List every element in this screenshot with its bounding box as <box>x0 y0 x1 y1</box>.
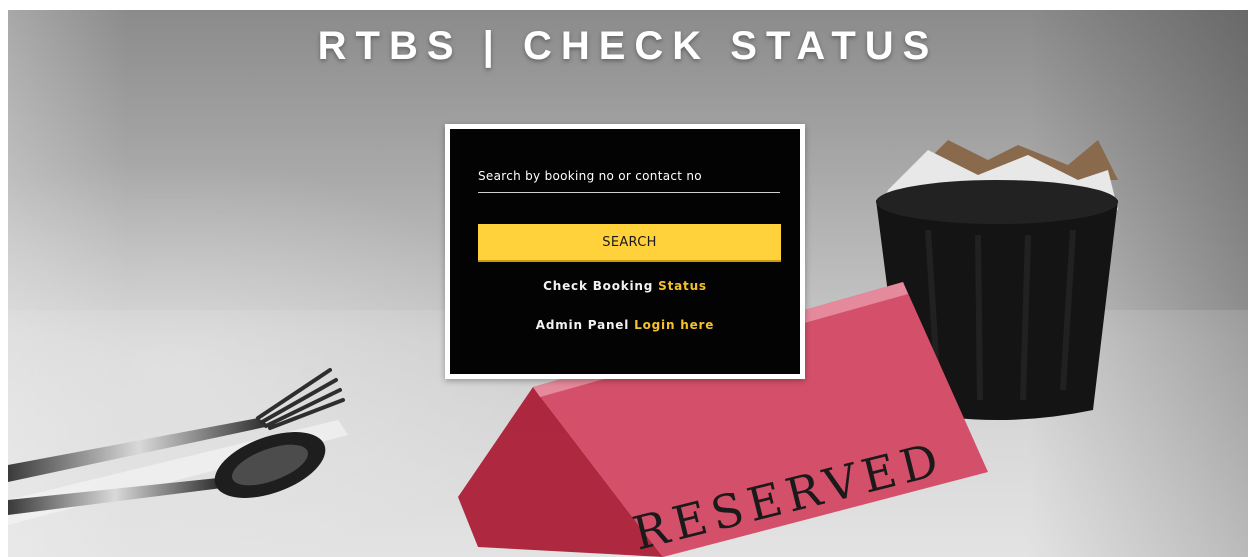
check-status-line: Check Booking Status <box>450 279 800 293</box>
check-status-link[interactable]: Status <box>658 279 707 293</box>
page-title: RTBS | CHECK STATUS <box>317 24 939 68</box>
search-button[interactable]: SEARCH <box>478 224 781 260</box>
search-input[interactable] <box>478 163 780 193</box>
hero-background: RESERVED RTBS | CHECK STATUS SEARCH Chec… <box>8 10 1248 557</box>
admin-login-line: Admin Panel Login here <box>450 318 800 332</box>
admin-login-link[interactable]: Login here <box>634 318 714 332</box>
check-status-prefix: Check Booking <box>543 279 654 293</box>
admin-panel-prefix: Admin Panel <box>535 318 630 332</box>
cutlery-image <box>8 368 348 525</box>
search-card: SEARCH Check Booking Status Admin Panel … <box>445 124 805 379</box>
